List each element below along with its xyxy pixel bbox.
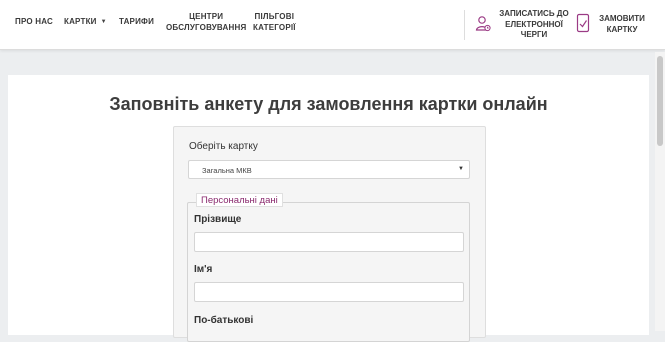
name-label: Ім'я: [194, 264, 213, 275]
personal-data-legend: Персональні дані: [196, 193, 283, 207]
page-scrollbar[interactable]: [655, 52, 665, 331]
e-queue-line2: ЕЛЕКТРОННОЇ: [505, 19, 563, 29]
scrollbar-thumb[interactable]: [657, 56, 663, 146]
nav-service-centers-line2: ОБСЛУГОВУВАННЯ: [166, 23, 247, 32]
header-divider: [464, 10, 465, 40]
e-queue-line3: ЧЕРГИ: [520, 30, 548, 39]
nav-tariffs[interactable]: ТАРИФИ: [119, 16, 154, 27]
nav-cards-label: КАРТКИ: [64, 17, 97, 26]
order-card-line1: ЗАМОВИТИ: [599, 14, 645, 23]
nav-service-centers-line1: ЦЕНТРИ: [189, 12, 224, 21]
order-card-line2: КАРТКУ: [606, 24, 638, 34]
order-card-button[interactable]: ЗАМОВИТИ КАРТКУ: [576, 9, 648, 41]
card-type-select[interactable]: Загальна МКВ ▼: [188, 160, 470, 179]
nav-benefit-categories-line1: ПІЛЬГОВІ: [254, 12, 295, 21]
card-order-icon: [576, 13, 590, 38]
card-select-label: Оберіть картку: [189, 141, 258, 152]
page-title: Заповніть анкету для замовлення картки о…: [109, 94, 548, 114]
surname-label: Прізвище: [194, 214, 242, 225]
patronymic-label: По-батькові: [194, 315, 254, 326]
nav-benefit-categories[interactable]: ПІЛЬГОВІ КАТЕГОРІЇ: [253, 11, 296, 33]
nav-cards[interactable]: КАРТКИ ▼: [64, 16, 107, 28]
nav-about[interactable]: ПРО НАС: [15, 16, 53, 27]
e-queue-line1: ЗАПИСАТИСЬ ДО: [499, 9, 569, 18]
chevron-down-icon: ▼: [100, 19, 107, 25]
e-queue-button[interactable]: ЗАПИСАТИСЬ ДО ЕЛЕКТРОННОЇ ЧЕРГИ: [475, 9, 570, 41]
nav-benefit-categories-line2: КАТЕГОРІЇ: [253, 23, 296, 32]
name-input[interactable]: [194, 282, 464, 302]
chevron-down-icon: ▼: [458, 166, 464, 172]
card-type-select-value: Загальна МКВ: [202, 166, 252, 175]
surname-input[interactable]: [194, 232, 464, 252]
nav-service-centers[interactable]: ЦЕНТРИ ОБСЛУГОВУВАННЯ: [166, 11, 246, 33]
person-queue-icon: [475, 15, 491, 38]
top-navigation-bar: ПРО НАС КАРТКИ ▼ ТАРИФИ ЦЕНТРИ ОБСЛУГОВУВ…: [0, 0, 665, 50]
